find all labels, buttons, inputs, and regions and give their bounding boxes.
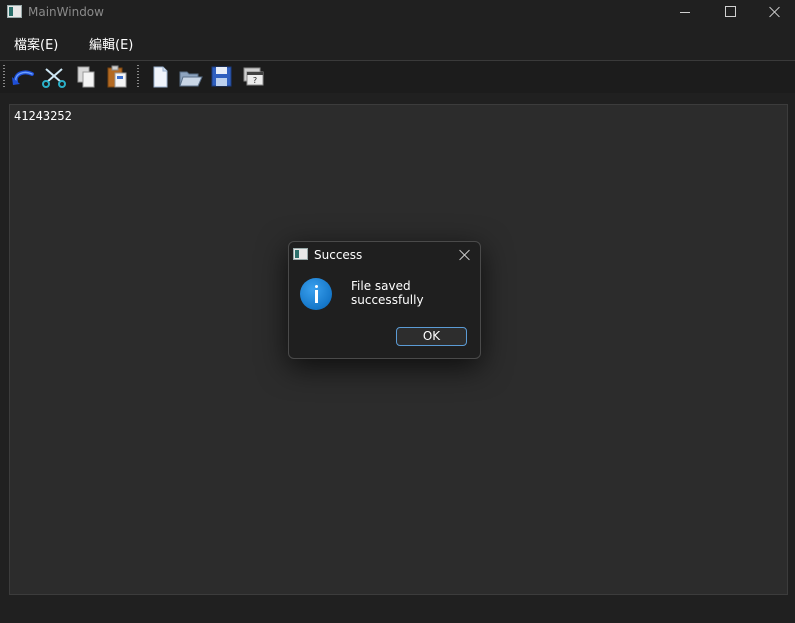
app-icon: [7, 5, 22, 18]
close-icon: [769, 6, 781, 18]
open-folder-icon: [179, 71, 203, 87]
menu-file[interactable]: 檔案(E): [14, 34, 58, 53]
minimize-button[interactable]: [662, 0, 708, 26]
undo-button[interactable]: [10, 64, 36, 90]
window-title: MainWindow: [28, 5, 104, 19]
success-dialog: Success File saved successfully OK: [288, 241, 481, 359]
cut-button[interactable]: [41, 64, 67, 90]
new-file-icon: [153, 66, 168, 88]
dialog-title: Success: [314, 248, 363, 262]
menu-edit[interactable]: 編輯(E): [89, 34, 133, 53]
open-button[interactable]: [178, 64, 204, 90]
save-button[interactable]: [209, 64, 235, 90]
paste-button[interactable]: [104, 64, 130, 90]
copy-button[interactable]: [73, 64, 99, 90]
title-bar: MainWindow: [0, 0, 795, 26]
toolbar-grip[interactable]: [3, 65, 5, 89]
undo-icon: [12, 70, 34, 85]
close-icon: [459, 249, 471, 261]
info-icon: [300, 278, 332, 310]
toolbar: ?: [0, 61, 795, 93]
new-file-button[interactable]: [147, 64, 173, 90]
copy-icon: [77, 66, 95, 88]
close-button[interactable]: [752, 0, 795, 26]
toolbar-grip-2[interactable]: [137, 65, 139, 89]
maximize-button[interactable]: [707, 0, 753, 26]
help-icon: ?: [243, 67, 264, 86]
ok-button[interactable]: OK: [396, 327, 467, 346]
cut-icon: [42, 68, 66, 88]
dialog-app-icon: [293, 248, 308, 260]
editor-content: 41243252: [14, 109, 72, 123]
svg-text:?: ?: [253, 76, 257, 85]
help-button[interactable]: ?: [240, 64, 266, 90]
paste-icon: [107, 65, 127, 88]
save-icon: [211, 66, 232, 87]
dialog-message: File saved successfully: [351, 279, 424, 307]
dialog-close-button[interactable]: [455, 246, 475, 264]
menu-bar: 檔案(E) 編輯(E): [0, 30, 795, 56]
